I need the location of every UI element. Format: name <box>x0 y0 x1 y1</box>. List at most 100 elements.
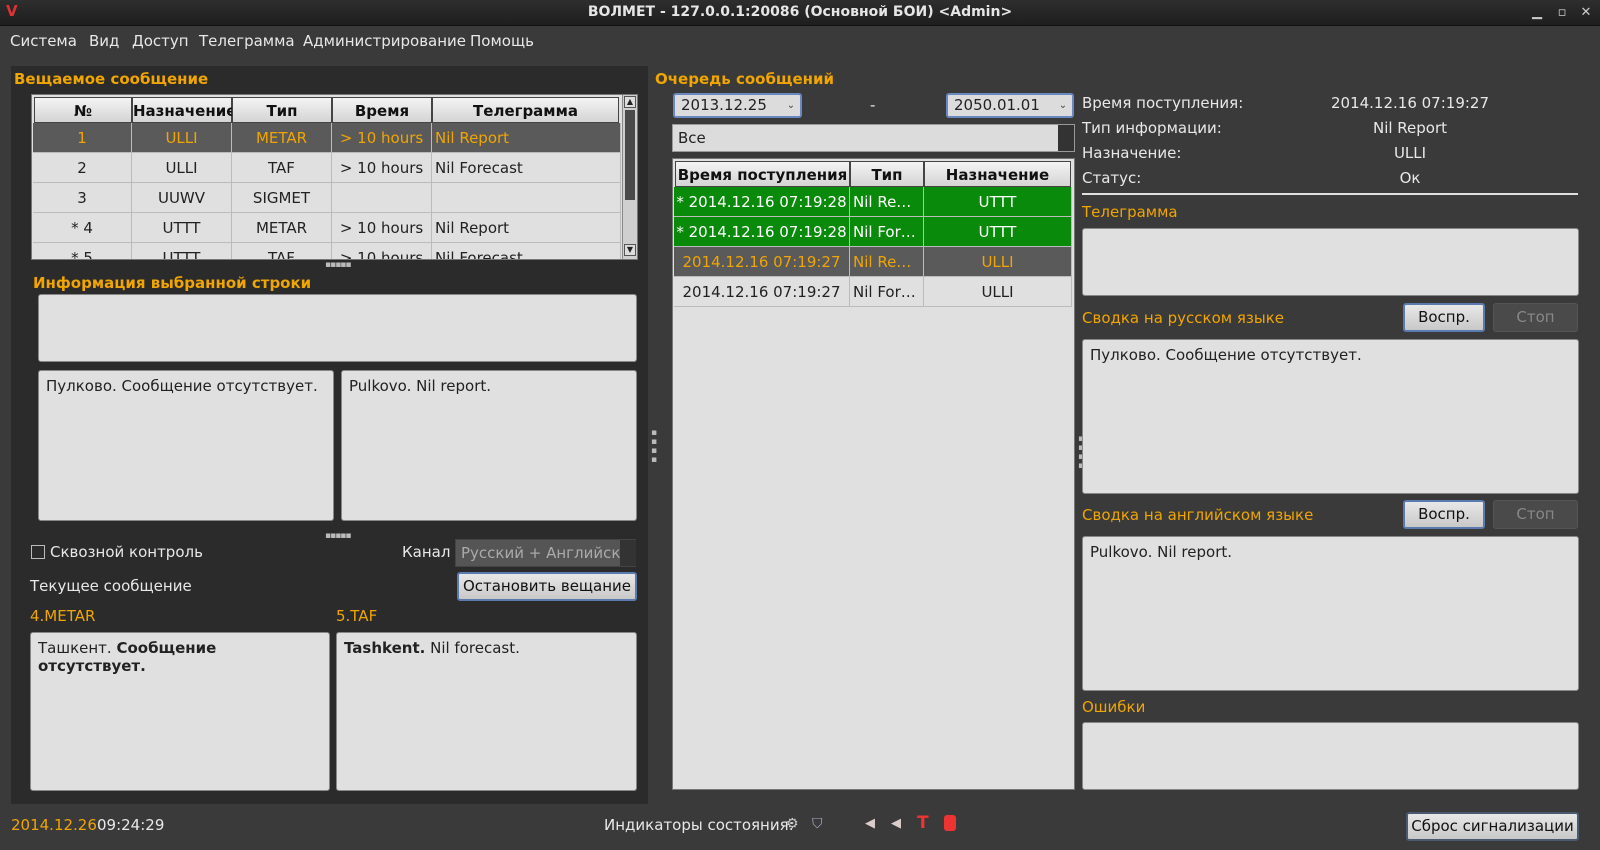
broadcast-title: Вещаемое сообщение <box>14 70 209 88</box>
current-message-2-text[interactable]: Tashkent. Nil forecast. <box>336 632 637 791</box>
current-message-1-text[interactable]: Ташкент. Сообщение отсутствует. <box>30 632 330 791</box>
errors-title: Ошибки <box>1082 698 1146 716</box>
date-from-select[interactable]: 2013.12.25 ⌄ <box>673 93 802 118</box>
ru-stop-button[interactable]: Стоп <box>1493 303 1578 332</box>
queue-row-dest[interactable]: ULLI <box>924 247 1072 277</box>
indicators-label: Индикаторы состояния: <box>604 816 794 834</box>
queue-row-type[interactable]: Nil For… <box>850 217 924 247</box>
queue-row-time[interactable]: * 2014.12.16 07:19:28 <box>674 217 850 247</box>
status-label: Статус: <box>1082 169 1142 187</box>
stop-broadcast-button[interactable]: Остановить вещание <box>457 572 637 601</box>
splitter-handle-icon[interactable]: ▪▪▪▪▪ <box>325 260 351 270</box>
arrival-time-value: 2014.12.16 07:19:27 <box>1330 94 1490 112</box>
cur2-text-plain: Nil forecast. <box>425 639 520 657</box>
row-telegram[interactable]: Nil Forecast <box>432 153 621 183</box>
menu-system[interactable]: Система <box>10 32 77 50</box>
broadcast-table: № Назначение Тип Время Телеграмма 1 ULLI… <box>31 94 638 260</box>
menu-administration[interactable]: Администрирование <box>303 32 466 50</box>
en-stop-button[interactable]: Стоп <box>1493 500 1578 529</box>
row-num[interactable]: 2 <box>33 153 132 183</box>
row-time[interactable] <box>332 183 432 213</box>
splitter-handle-icon[interactable]: ▪▪▪▪ <box>649 428 659 464</box>
menu-access[interactable]: Доступ <box>132 32 189 50</box>
en-summary-title: Сводка на английском языке <box>1082 506 1314 524</box>
telegram-text[interactable] <box>1082 228 1579 296</box>
shield-indicator-icon: ⛉ <box>812 816 823 832</box>
row-time[interactable]: > 10 hours <box>332 243 432 259</box>
ru-summary-text[interactable]: Пулково. Сообщение отсутствует. <box>1082 339 1579 494</box>
row-num[interactable]: * 5 <box>33 243 132 259</box>
through-control-checkbox[interactable] <box>31 545 45 559</box>
en-play-button[interactable]: Воспр. <box>1403 500 1485 529</box>
queue-row-time[interactable]: 2014.12.16 07:19:27 <box>674 277 850 307</box>
row-dest[interactable]: UUWV <box>132 183 232 213</box>
maximize-button[interactable]: ▫ <box>1552 3 1572 23</box>
filter-dropdown-icon[interactable] <box>1058 125 1074 151</box>
row-telegram[interactable] <box>432 183 621 213</box>
row-time[interactable]: > 10 hours <box>332 213 432 243</box>
broadcast-ru-text[interactable]: Пулково. Сообщение отсутствует. <box>38 370 334 521</box>
chevron-down-icon: ⌄ <box>1058 100 1068 111</box>
row-time[interactable]: > 10 hours <box>332 153 432 183</box>
row-type: METAR <box>232 123 332 153</box>
row-num[interactable]: * 4 <box>33 213 132 243</box>
speaker-ru-icon: ◀ <box>865 816 875 831</box>
row-dest[interactable]: UTTT <box>132 243 232 259</box>
queue-row-dest[interactable]: ULLI <box>924 277 1072 307</box>
col-header-dest[interactable]: Назначение <box>924 161 1071 187</box>
row-dest[interactable]: UTTT <box>132 213 232 243</box>
menu-view[interactable]: Вид <box>89 32 119 50</box>
queue-row-type[interactable]: Nil For… <box>850 277 924 307</box>
ru-play-button[interactable]: Воспр. <box>1403 303 1485 332</box>
menu-help[interactable]: Помощь <box>470 32 534 50</box>
splitter-handle-icon[interactable]: ▪▪▪▪▪ <box>325 531 351 541</box>
col-header-type[interactable]: Тип <box>850 161 924 187</box>
menu-telegram[interactable]: Телеграмма <box>199 32 295 50</box>
scroll-down-icon[interactable]: ▼ <box>624 244 636 256</box>
col-header-num[interactable]: № <box>34 97 132 123</box>
row-type[interactable]: TAF <box>232 153 332 183</box>
broadcast-en-text[interactable]: Pulkovo. Nil report. <box>341 370 637 521</box>
date-to-value: 2050.01.01 <box>954 96 1040 114</box>
col-header-type[interactable]: Тип <box>232 97 332 123</box>
queue-row-dest[interactable]: UTTT <box>924 217 1072 247</box>
minimize-button[interactable]: ▁ <box>1527 3 1547 23</box>
queue-row-type[interactable]: Nil Re… <box>850 187 924 217</box>
col-header-time[interactable]: Время <box>332 97 432 123</box>
en-summary-text[interactable]: Pulkovo. Nil report. <box>1082 536 1579 691</box>
queue-row-time[interactable]: * 2014.12.16 07:19:28 <box>674 187 850 217</box>
channel-dropdown-icon[interactable] <box>620 540 636 566</box>
col-header-arrival-time[interactable]: Время поступления <box>675 161 850 187</box>
table-scrollbar[interactable]: ▲ ▼ <box>622 95 637 259</box>
status-date: 2014.12.26 <box>11 816 97 834</box>
destination-label: Назначение: <box>1082 144 1182 162</box>
row-dest[interactable]: ULLI <box>132 153 232 183</box>
scroll-up-icon[interactable]: ▲ <box>624 96 636 108</box>
reset-alarm-button[interactable]: Сброс сигнализации <box>1406 812 1579 841</box>
status-value: Ок <box>1399 169 1421 187</box>
row-telegram[interactable]: Nil Forecast <box>432 243 621 259</box>
row-type[interactable]: METAR <box>232 213 332 243</box>
channel-select[interactable]: Русский + Английский <box>455 539 636 567</box>
col-header-telegram[interactable]: Телеграмма <box>432 97 619 123</box>
queue-row-time[interactable]: 2014.12.16 07:19:27 <box>674 247 850 277</box>
channel-label: Канал <box>402 543 451 561</box>
selected-info-text[interactable] <box>38 294 637 362</box>
row-num[interactable]: 3 <box>33 183 132 213</box>
row-type[interactable]: TAF <box>232 243 332 259</box>
row-type[interactable]: SIGMET <box>232 183 332 213</box>
filter-select[interactable]: Все <box>672 124 1075 152</box>
current-message-2-title: 5.TAF <box>336 607 378 625</box>
scroll-thumb[interactable] <box>625 110 635 200</box>
col-header-dest[interactable]: Назначение <box>132 97 236 123</box>
queue-row-type[interactable]: Nil Re… <box>850 247 924 277</box>
close-button[interactable]: ✕ <box>1576 3 1596 23</box>
ru-summary-title: Сводка на русском языке <box>1082 309 1284 327</box>
queue-row-dest[interactable]: UTTT <box>924 187 1072 217</box>
selected-info-title: Информация выбранной строки <box>33 274 312 292</box>
window-title: ВОЛМЕТ - 127.0.0.1:20086 (Основной БОИ) … <box>587 4 1013 20</box>
errors-text[interactable] <box>1082 722 1579 790</box>
row-telegram[interactable]: Nil Report <box>432 213 621 243</box>
cur1-text-plain: Ташкент. <box>38 639 117 657</box>
date-to-select[interactable]: 2050.01.01 ⌄ <box>946 93 1074 118</box>
